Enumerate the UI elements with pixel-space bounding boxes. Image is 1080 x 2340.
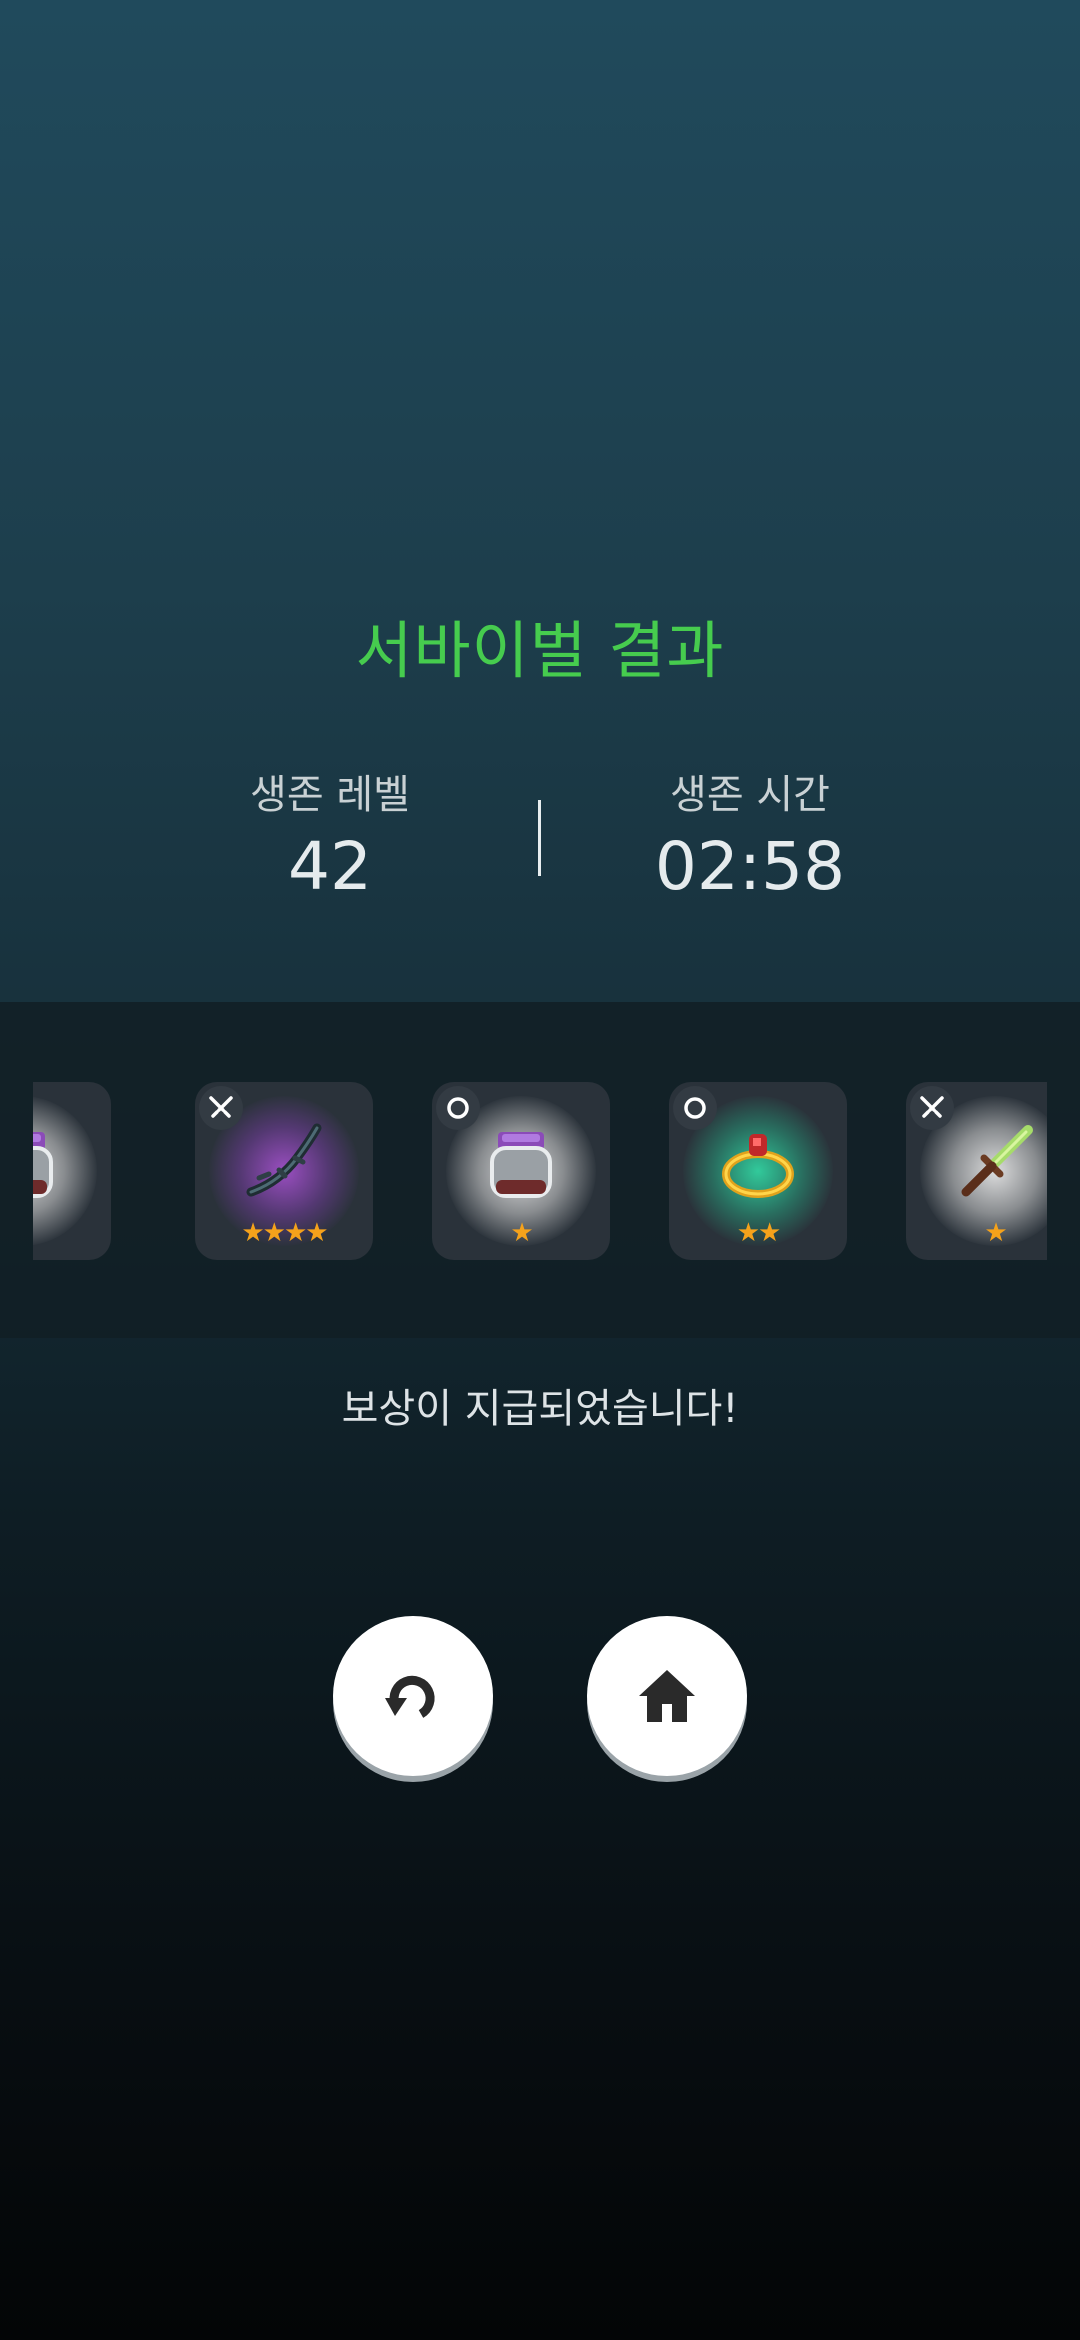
survival-time-value: 02:58	[654, 828, 846, 905]
survival-level-stat: 생존 레벨 42	[150, 762, 510, 905]
bow-icon	[246, 1123, 322, 1197]
weapon-badge	[199, 1086, 243, 1130]
card-stars: ★	[510, 1218, 533, 1248]
reward-card-bow[interactable]: ★★★★	[195, 1082, 373, 1260]
home-icon	[639, 1670, 695, 1722]
ring-icon	[447, 1097, 469, 1119]
weapon-icon	[920, 1096, 944, 1118]
dagger-icon	[961, 1125, 1033, 1197]
card-stars: ★★★★	[241, 1218, 328, 1248]
weapon-icon	[209, 1096, 233, 1118]
gold-ring-icon	[722, 1134, 794, 1198]
reward-card-dagger[interactable]: ★	[906, 1082, 1047, 1260]
reward-message: 보상이 지급되었습니다!	[341, 1386, 739, 1432]
ring-icon	[684, 1097, 706, 1119]
result-title: 서바이벌 결과	[355, 614, 725, 687]
retry-icon	[385, 1675, 435, 1718]
survival-level-label: 생존 레벨	[250, 772, 410, 818]
ring-badge	[673, 1086, 717, 1130]
ring-badge	[436, 1086, 480, 1130]
home-button[interactable]	[587, 1616, 747, 1776]
survival-level-value: 42	[288, 828, 372, 905]
stat-divider	[538, 800, 541, 876]
potion-icon	[490, 1132, 552, 1198]
weapon-badge	[910, 1086, 954, 1130]
reward-scroll[interactable]: ★ ★★★ ★ ★★ ★	[33, 1002, 1047, 1338]
reward-card-potion[interactable]: ★	[33, 1082, 111, 1260]
reward-card-potion[interactable]: ★	[432, 1082, 610, 1260]
reward-strip[interactable]: ★ ★★★ ★ ★★ ★	[0, 1002, 1080, 1338]
card-stars: ★	[984, 1218, 1007, 1248]
reward-card-ring[interactable]: ★★	[669, 1082, 847, 1260]
card-stars: ★	[33, 1218, 111, 1248]
potion-icon	[33, 1132, 53, 1198]
survival-time-stat: 생존 시간 02:58	[570, 762, 930, 905]
card-stars: ★★	[736, 1218, 782, 1248]
retry-button[interactable]	[333, 1616, 493, 1776]
survival-time-label: 생존 시간	[670, 772, 830, 818]
